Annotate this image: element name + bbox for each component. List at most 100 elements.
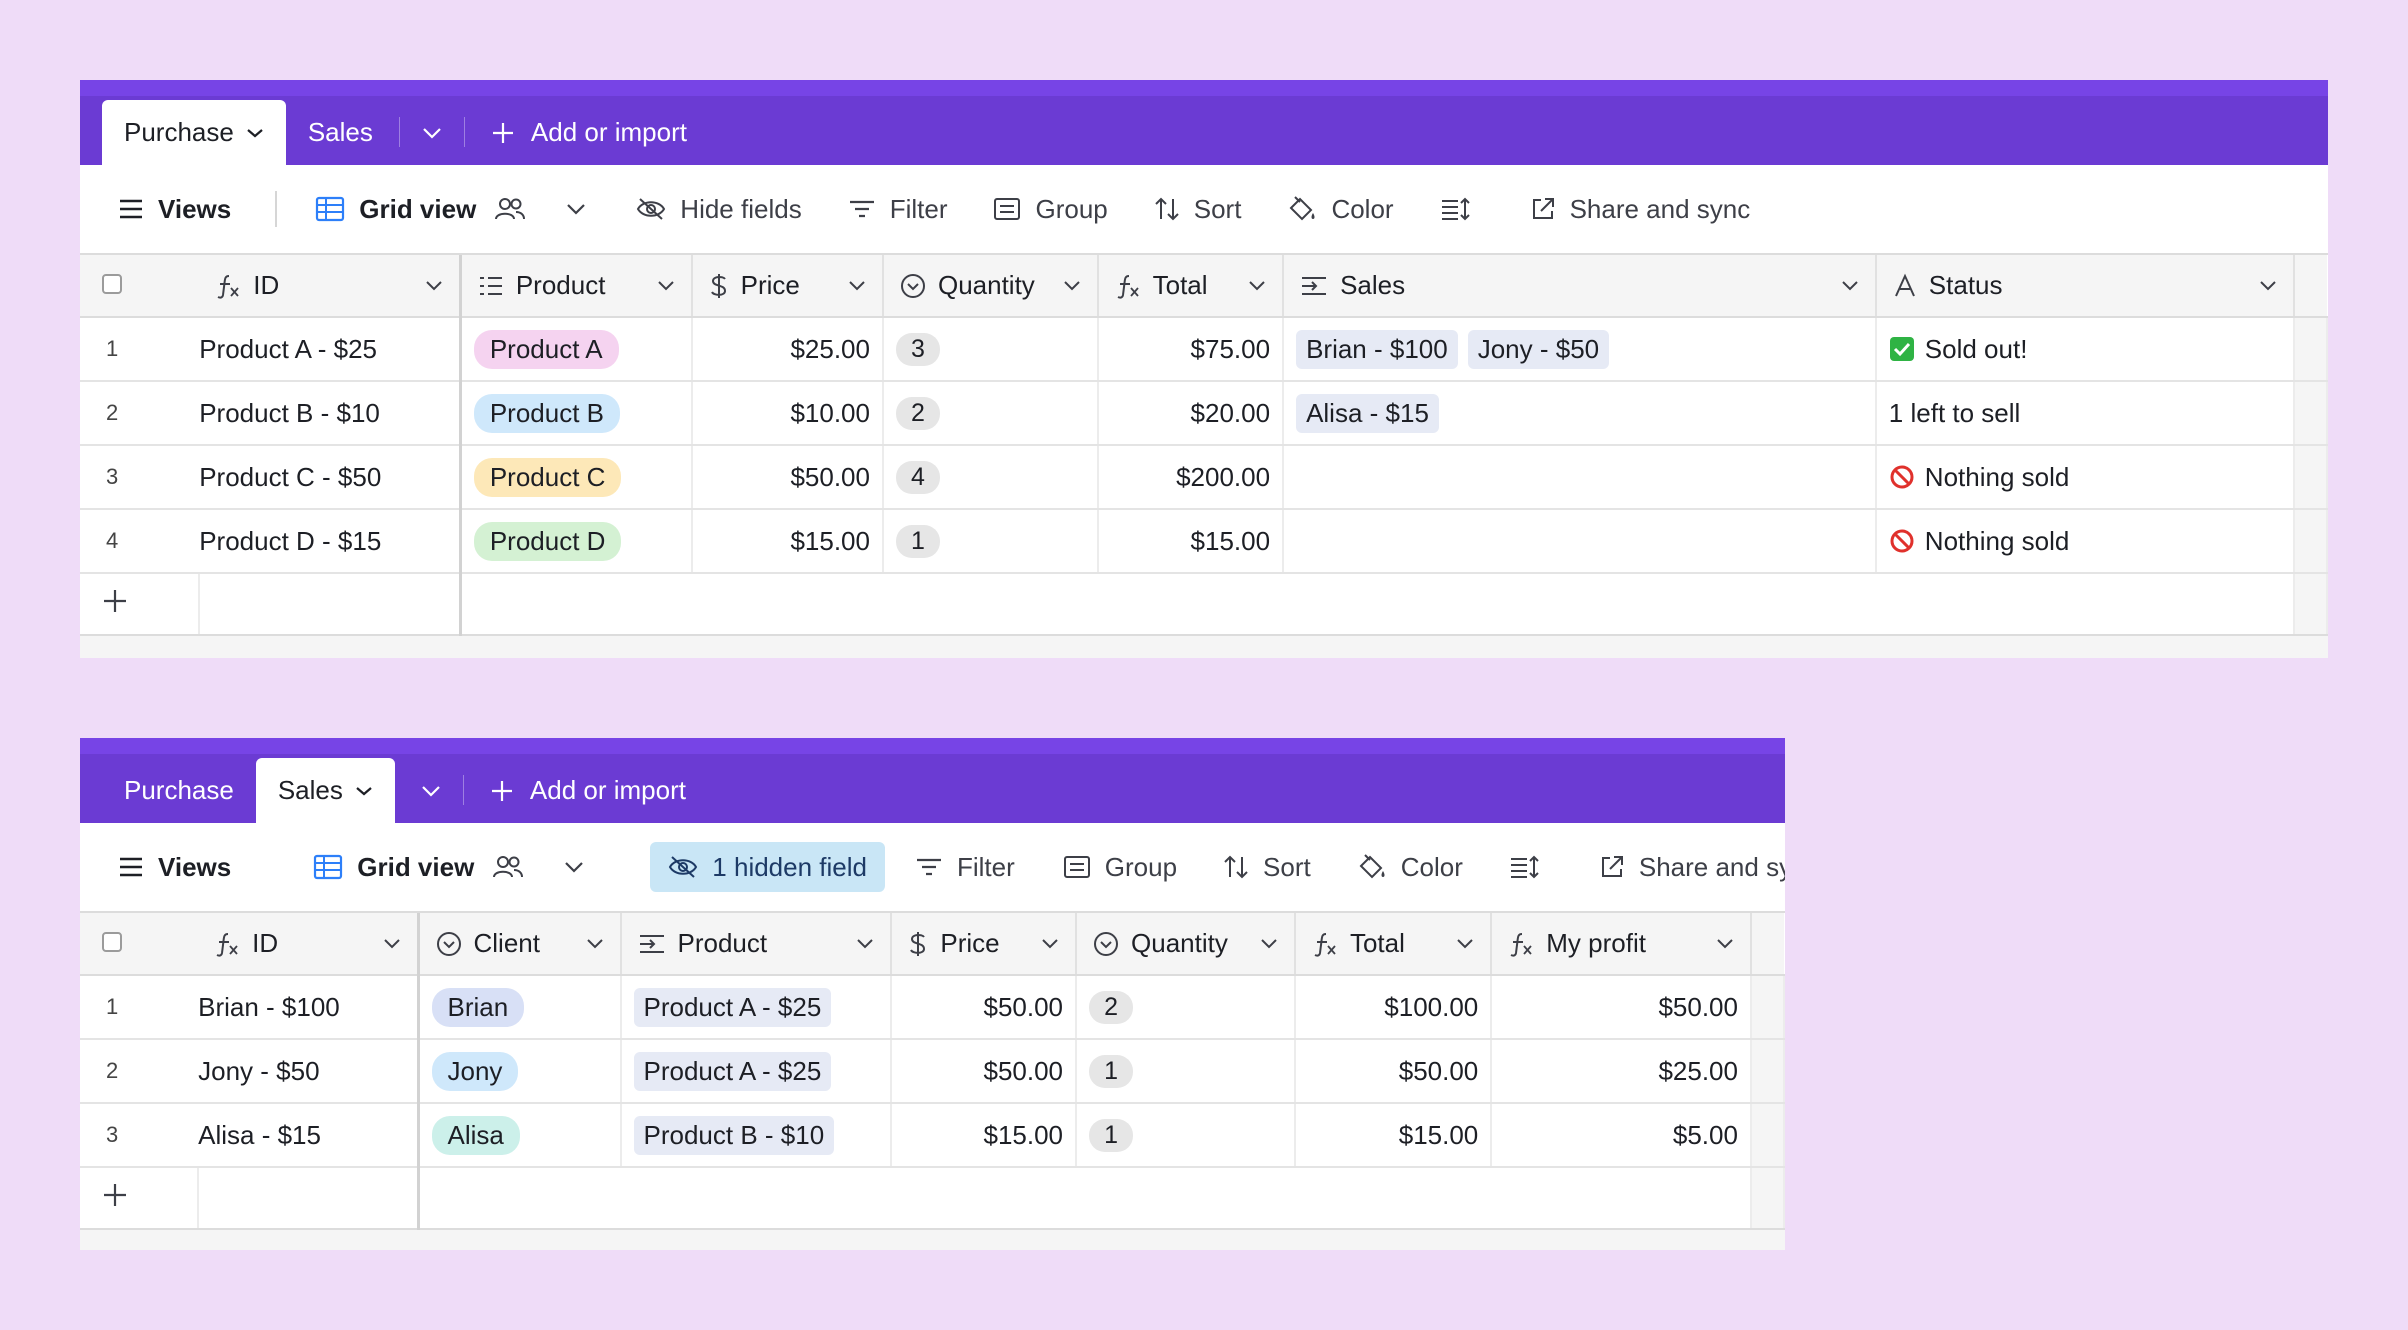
table-row[interactable]: 2 Product B - $10 Product B $10.00 2 $20… xyxy=(80,381,2328,446)
views-button[interactable]: Views xyxy=(118,184,231,234)
total-cell[interactable]: $75.00 xyxy=(1097,317,1285,382)
quantity-cell[interactable]: 3 xyxy=(882,317,1099,382)
total-cell[interactable]: $200.00 xyxy=(1097,445,1285,510)
id-cell[interactable]: Jony - $50 xyxy=(198,1039,420,1104)
share-and-sync-button[interactable]: Share and sync xyxy=(1530,184,1750,234)
chevron-down-icon[interactable] xyxy=(246,127,264,139)
client-cell[interactable]: Brian xyxy=(418,975,622,1040)
product-cell[interactable]: Product A - $25 xyxy=(620,975,893,1040)
chevron-down-icon[interactable] xyxy=(383,938,401,950)
sales-cell[interactable]: Brian - $100 Jony - $50 xyxy=(1283,317,1877,382)
column-header-price[interactable]: Price xyxy=(691,255,884,318)
id-cell[interactable]: Product B - $10 xyxy=(199,381,462,446)
price-cell[interactable]: $10.00 xyxy=(691,381,884,446)
column-header-total[interactable]: Total xyxy=(1294,913,1493,976)
client-cell[interactable]: Alisa xyxy=(418,1103,622,1168)
tab-purchase[interactable]: Purchase xyxy=(102,100,286,165)
total-cell[interactable]: $15.00 xyxy=(1294,1103,1493,1168)
sort-button[interactable]: Sort xyxy=(1223,842,1311,892)
add-row-cell[interactable] xyxy=(199,573,462,636)
add-row[interactable] xyxy=(80,1167,1785,1230)
chevron-down-icon[interactable] xyxy=(1716,938,1734,950)
price-cell[interactable]: $25.00 xyxy=(691,317,884,382)
product-cell[interactable]: Product A xyxy=(460,317,693,382)
linked-record-chip[interactable]: Product A - $25 xyxy=(633,1051,832,1091)
product-cell[interactable]: Product B xyxy=(460,381,693,446)
sort-button[interactable]: Sort xyxy=(1154,184,1241,234)
chevron-down-icon[interactable] xyxy=(425,280,443,292)
linked-record-chip[interactable]: Alisa - $15 xyxy=(1296,393,1439,433)
grid-view-button[interactable]: Grid view xyxy=(313,842,588,892)
price-cell[interactable]: $15.00 xyxy=(891,1103,1078,1168)
product-cell[interactable]: Product C xyxy=(460,445,693,510)
row-height-button[interactable] xyxy=(1509,842,1553,892)
price-cell[interactable]: $50.00 xyxy=(891,975,1078,1040)
chevron-down-icon[interactable] xyxy=(564,861,598,873)
table-row[interactable]: 4 Product D - $15 Product D $15.00 1 $15… xyxy=(80,509,2328,574)
id-cell[interactable]: Product A - $25 xyxy=(199,317,462,382)
table-row[interactable]: 3 Product C - $50 Product C $50.00 4 $20… xyxy=(80,445,2328,510)
quantity-cell[interactable]: 2 xyxy=(1076,975,1296,1040)
quantity-cell[interactable]: 1 xyxy=(1076,1039,1296,1104)
column-header-sales[interactable]: Sales xyxy=(1283,255,1877,318)
total-cell[interactable]: $15.00 xyxy=(1097,509,1285,574)
select-all-checkbox[interactable] xyxy=(80,255,200,318)
row-height-button[interactable] xyxy=(1440,184,1484,234)
tab-sales[interactable]: Sales xyxy=(286,100,395,165)
total-cell[interactable]: $50.00 xyxy=(1294,1039,1493,1104)
product-cell[interactable]: Product B - $10 xyxy=(620,1103,893,1168)
total-cell[interactable]: $20.00 xyxy=(1097,381,1285,446)
column-header-quantity[interactable]: Quantity xyxy=(882,255,1099,318)
add-row-cell[interactable] xyxy=(460,573,2295,636)
status-cell[interactable]: Sold out! xyxy=(1875,317,2295,382)
hidden-fields-button[interactable]: 1 hidden field xyxy=(650,842,885,892)
chevron-down-icon[interactable] xyxy=(848,280,866,292)
id-cell[interactable]: Product D - $15 xyxy=(199,509,462,574)
column-header-product[interactable]: Product xyxy=(460,255,693,318)
chevron-down-icon[interactable] xyxy=(1041,938,1059,950)
column-header-total[interactable]: Total xyxy=(1097,255,1285,318)
color-button[interactable]: Color xyxy=(1357,842,1463,892)
sales-cell[interactable] xyxy=(1283,509,1877,574)
profit-cell[interactable]: $25.00 xyxy=(1491,1039,1752,1104)
column-header-id[interactable]: ID xyxy=(198,913,420,976)
total-cell[interactable]: $100.00 xyxy=(1294,975,1493,1040)
select-all-checkbox[interactable] xyxy=(80,913,199,976)
price-cell[interactable]: $50.00 xyxy=(691,445,884,510)
column-header-id[interactable]: ID xyxy=(199,255,462,318)
sales-cell[interactable]: Alisa - $15 xyxy=(1283,381,1877,446)
price-cell[interactable]: $15.00 xyxy=(691,509,884,574)
status-cell[interactable]: Nothing sold xyxy=(1875,445,2295,510)
price-cell[interactable]: $50.00 xyxy=(891,1039,1078,1104)
tables-dropdown-button[interactable] xyxy=(404,100,460,165)
column-header-price[interactable]: Price xyxy=(891,913,1078,976)
filter-button[interactable]: Filter xyxy=(915,842,1015,892)
profit-cell[interactable]: $50.00 xyxy=(1491,975,1752,1040)
quantity-cell[interactable]: 4 xyxy=(882,445,1099,510)
chevron-down-icon[interactable] xyxy=(2259,280,2277,292)
group-button[interactable]: Group xyxy=(993,184,1108,234)
id-cell[interactable]: Alisa - $15 xyxy=(198,1103,420,1168)
chevron-down-icon[interactable] xyxy=(1841,280,1859,292)
chevron-down-icon[interactable] xyxy=(1260,938,1278,950)
column-header-product[interactable]: Product xyxy=(620,913,893,976)
table-row[interactable]: 2 Jony - $50 Jony Product A - $25 $50.00… xyxy=(80,1039,1785,1104)
column-header-my-profit[interactable]: My profit xyxy=(1491,913,1752,976)
profit-cell[interactable]: $5.00 xyxy=(1491,1103,1752,1168)
color-button[interactable]: Color xyxy=(1287,184,1394,234)
product-cell[interactable]: Product D xyxy=(460,509,693,574)
filter-button[interactable]: Filter xyxy=(848,184,947,234)
add-row[interactable] xyxy=(80,573,2328,636)
sales-cell[interactable] xyxy=(1283,445,1877,510)
add-record-button[interactable] xyxy=(80,573,201,636)
client-cell[interactable]: Jony xyxy=(418,1039,622,1104)
column-header-quantity[interactable]: Quantity xyxy=(1076,913,1296,976)
table-row[interactable]: 1 Product A - $25 Product A $25.00 3 $75… xyxy=(80,317,2328,382)
linked-record-chip[interactable]: Product B - $10 xyxy=(633,1115,835,1155)
table-row[interactable]: 1 Brian - $100 Brian Product A - $25 $50… xyxy=(80,975,1785,1040)
hide-fields-button[interactable]: Hide fields xyxy=(636,184,802,234)
quantity-cell[interactable]: 1 xyxy=(882,509,1099,574)
views-button[interactable]: Views xyxy=(118,842,231,892)
chevron-down-icon[interactable] xyxy=(856,938,874,950)
chevron-down-icon[interactable] xyxy=(1248,280,1266,292)
